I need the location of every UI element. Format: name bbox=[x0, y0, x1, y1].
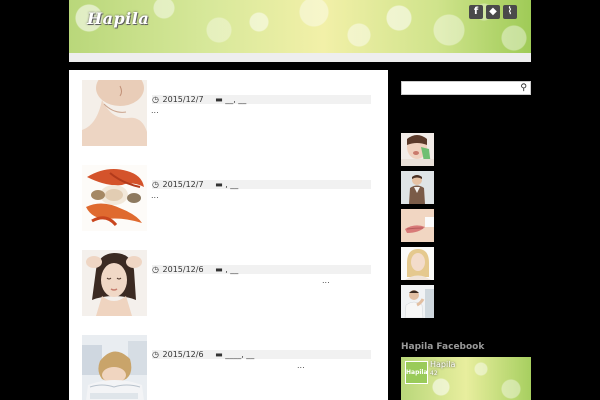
recent-post-thumbnail[interactable] bbox=[401, 133, 434, 166]
recent-post-thumbnail[interactable] bbox=[401, 247, 434, 280]
post-list: ◷ 2015/12/7 ▬ __, __ ... ◷ 2015/12/7 ▬ ,… bbox=[69, 70, 388, 400]
post-excerpt: ... bbox=[297, 361, 305, 370]
facebook-like-count: 42 bbox=[430, 370, 438, 377]
recent-post-thumbnail[interactable] bbox=[401, 171, 434, 204]
post-item: ◷ 2015/12/7 ▬ , __ ... bbox=[82, 165, 372, 231]
post-meta: ◷ 2015/12/7 ▬ __, __ bbox=[152, 95, 371, 104]
search-icon[interactable]: ⚲ bbox=[520, 83, 527, 93]
post-excerpt: ... bbox=[151, 191, 159, 200]
post-excerpt: ... bbox=[151, 106, 159, 115]
post-date: 2015/12/6 bbox=[162, 350, 204, 359]
folder-icon: ▬ bbox=[215, 350, 223, 359]
clock-icon: ◷ bbox=[152, 95, 159, 104]
post-date: 2015/12/7 bbox=[162, 180, 204, 189]
post-thumbnail[interactable] bbox=[82, 250, 147, 316]
folder-icon: ▬ bbox=[215, 180, 223, 189]
facebook-icon[interactable]: f bbox=[469, 5, 483, 19]
facebook-page-name[interactable]: Hapila bbox=[430, 360, 455, 369]
folder-icon: ▬ bbox=[215, 265, 223, 274]
facebook-page-logo[interactable]: Hapila bbox=[405, 361, 428, 384]
post-date: 2015/12/6 bbox=[162, 265, 204, 274]
post-thumbnail[interactable] bbox=[82, 335, 147, 400]
nav-bar bbox=[69, 53, 531, 62]
facebook-page-widget[interactable]: Hapila Hapila 42 bbox=[401, 357, 531, 400]
post-meta: ◷ 2015/12/7 ▬ , __ bbox=[152, 180, 371, 189]
post-categories[interactable]: , __ bbox=[225, 265, 238, 274]
post-meta: ◷ 2015/12/6 ▬ , __ bbox=[152, 265, 371, 274]
post-thumbnail[interactable] bbox=[82, 165, 147, 231]
search-input[interactable] bbox=[404, 83, 514, 93]
social-links: f ◆ ⌇ bbox=[469, 5, 517, 19]
folder-icon: ▬ bbox=[215, 95, 223, 104]
post-categories[interactable]: , __ bbox=[225, 180, 238, 189]
site-header: Hapila f ◆ ⌇ bbox=[69, 0, 531, 53]
feedly-icon[interactable]: ◆ bbox=[486, 5, 500, 19]
search-box[interactable]: ⚲ bbox=[401, 81, 531, 95]
post-item: ◷ 2015/12/7 ▬ __, __ ... bbox=[82, 80, 372, 146]
post-item: ◷ 2015/12/6 ▬ ____, __ ... bbox=[82, 335, 372, 400]
recent-post-thumbnail[interactable] bbox=[401, 285, 434, 318]
recent-post-thumbnail[interactable] bbox=[401, 209, 434, 242]
facebook-widget-title: Hapila Facebook bbox=[401, 342, 485, 352]
clock-icon: ◷ bbox=[152, 180, 159, 189]
rss-icon[interactable]: ⌇ bbox=[503, 5, 517, 19]
site-logo[interactable]: Hapila bbox=[87, 9, 149, 28]
post-date: 2015/12/7 bbox=[162, 95, 204, 104]
post-categories[interactable]: __, __ bbox=[225, 95, 246, 104]
post-excerpt: ... bbox=[322, 276, 330, 285]
post-thumbnail[interactable] bbox=[82, 80, 147, 146]
post-categories[interactable]: ____, __ bbox=[225, 350, 254, 359]
post-meta: ◷ 2015/12/6 ▬ ____, __ bbox=[152, 350, 371, 359]
clock-icon: ◷ bbox=[152, 350, 159, 359]
clock-icon: ◷ bbox=[152, 265, 159, 274]
post-item: ◷ 2015/12/6 ▬ , __ ... bbox=[82, 250, 372, 316]
